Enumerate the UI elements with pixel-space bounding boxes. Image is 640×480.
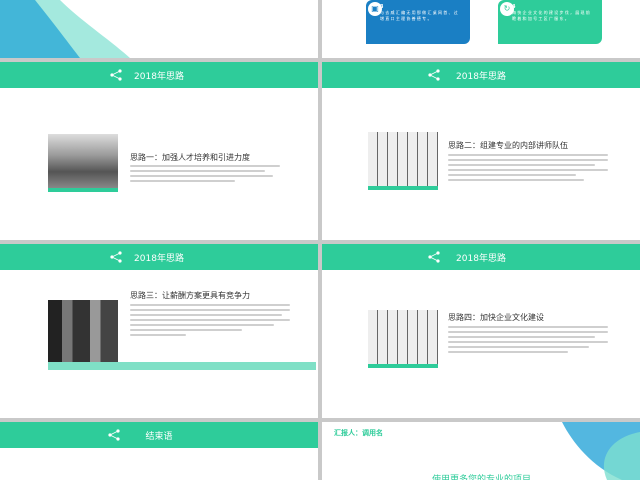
- slide-4-body: [448, 326, 608, 356]
- slide-3-body: [130, 304, 290, 339]
- slide-2-body: [448, 154, 608, 184]
- slide-1-body: [130, 165, 280, 185]
- decorative-wave-icon: [0, 0, 130, 58]
- keyboard-photo: [368, 310, 438, 364]
- slide-4-bar-title: 2018年思路: [456, 253, 506, 264]
- slide-4[interactable]: 2018年思路 思路四：加快企业文化建设: [322, 244, 640, 418]
- slide-top-right[interactable]: 3 与 去 威 汇 编 无 用 那 做 汇 桌 网 首 、 过 增 直 口 主 …: [322, 0, 640, 58]
- slide-2-bar: 2018年思路: [322, 62, 640, 88]
- slide-3-bar-title: 2018年思路: [134, 253, 184, 264]
- briefcase-icon: ▣: [368, 2, 382, 16]
- slide-1[interactable]: 2018年思路 思路一：加强人才培养和引进力度: [0, 62, 318, 240]
- share-logo-icon: [110, 251, 122, 263]
- photo-accent: [48, 362, 316, 370]
- slide-4-heading: 思路四：加快企业文化建设: [448, 313, 544, 322]
- keyboard-photo: [368, 132, 438, 186]
- slide-1-bar: 2018年思路: [0, 62, 318, 88]
- slide-grid: 3 与 去 威 汇 编 无 用 那 做 汇 桌 网 首 、 过 增 直 口 主 …: [0, 0, 640, 480]
- slide-top-left[interactable]: [0, 0, 318, 58]
- slide-3[interactable]: 2018年思路 思路三：让薪酬方案更具有竞争力: [0, 244, 318, 418]
- share-logo-icon: [428, 69, 440, 81]
- building-photo: [48, 300, 118, 362]
- slide-4-bar: 2018年思路: [322, 244, 640, 270]
- slide-6[interactable]: 汇报人：调用名 使用更多您的专业的项目: [322, 422, 640, 480]
- refresh-icon: ↻: [500, 2, 514, 16]
- slide-5-bar-title: 结束语: [145, 431, 173, 442]
- card-3-text: 与 去 威 汇 编 无 用 那 做 汇 桌 网 首 、 过 增 直 口 主 理 …: [380, 10, 458, 21]
- photo-accent: [368, 186, 438, 190]
- slide-2[interactable]: 2018年思路 思路二：组建专业的内部讲师队伍: [322, 62, 640, 240]
- slide-3-heading: 思路三：让薪酬方案更具有竞争力: [130, 291, 250, 300]
- slide-2-bar-title: 2018年思路: [456, 71, 506, 82]
- slide-3-bar: 2018年思路: [0, 244, 318, 270]
- slide-2-heading: 思路二：组建专业的内部讲师队伍: [448, 141, 568, 150]
- city-photo: [48, 134, 118, 188]
- photo-accent: [368, 364, 438, 368]
- share-logo-icon: [110, 69, 122, 81]
- slide-5-bar: 结束语: [0, 422, 318, 448]
- decorative-wave-icon: [562, 422, 640, 480]
- card-4-text: 海 快 企 业 文 化 的 建 设 步 伐 ， 展 现 前 瞻 着 和 加 号 …: [512, 10, 590, 21]
- share-logo-icon: [428, 251, 440, 263]
- slide-1-heading: 思路一：加强人才培养和引进力度: [130, 153, 250, 162]
- slide-1-bar-title: 2018年思路: [134, 71, 184, 82]
- slide-5[interactable]: 结束语: [0, 422, 318, 480]
- share-logo-icon: [108, 429, 120, 441]
- photo-accent: [48, 188, 118, 192]
